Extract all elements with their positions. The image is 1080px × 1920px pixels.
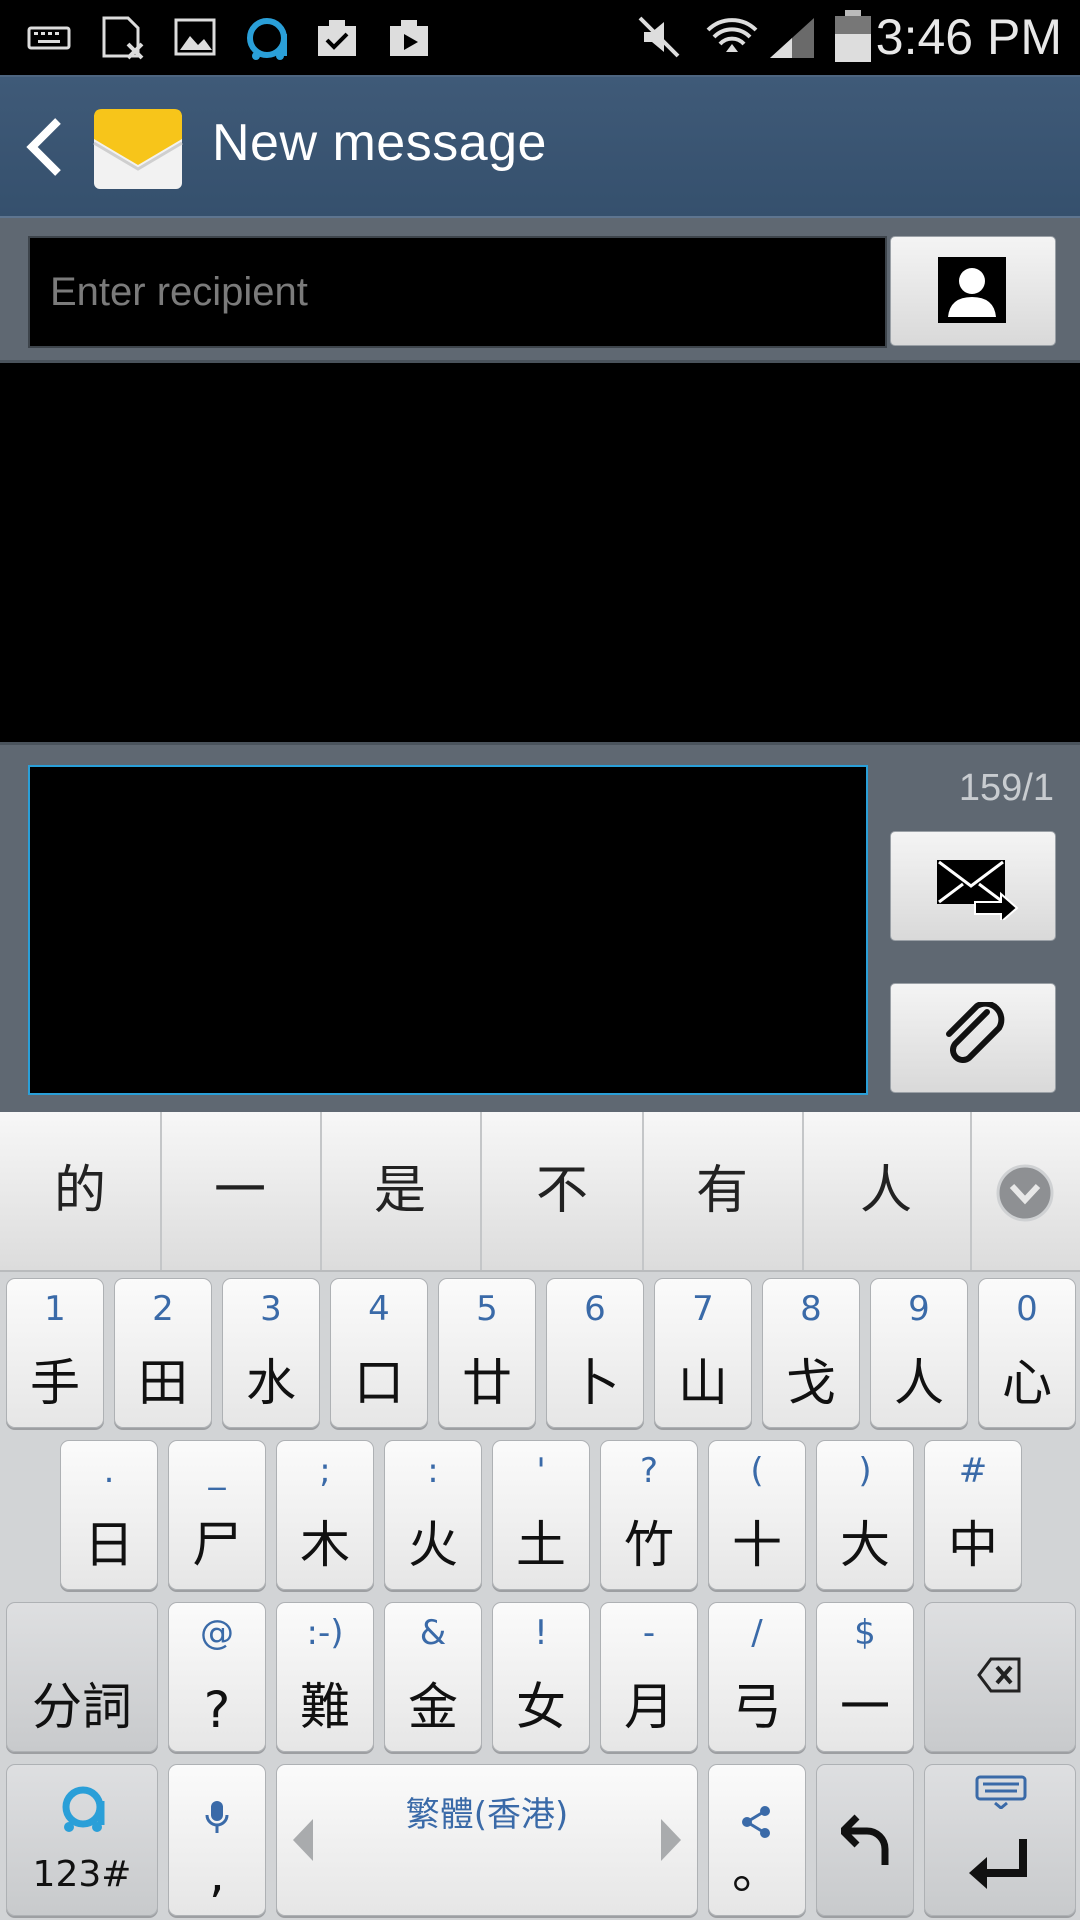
app-a-icon <box>62 1786 105 1832</box>
key[interactable]: .日 <box>60 1440 158 1590</box>
key[interactable]: :-) 難 <box>276 1602 374 1752</box>
keyboard-icon <box>975 1775 1027 1809</box>
suggestion-bar: 的 一 是 不 有 人 <box>0 1112 1080 1272</box>
compose-bar: 159/1 <box>0 742 1080 1112</box>
key[interactable]: 2田 <box>114 1278 212 1428</box>
key[interactable]: -月 <box>600 1602 698 1752</box>
recipient-input[interactable] <box>28 236 887 348</box>
chevron-down-icon <box>996 1164 1054 1222</box>
key[interactable]: 3水 <box>222 1278 320 1428</box>
action-bar: New message <box>0 75 1080 218</box>
paperclip-icon <box>946 1002 1005 1063</box>
battery-icon <box>835 10 871 62</box>
key[interactable]: :火 <box>384 1440 482 1590</box>
keyboard: 的 一 是 不 有 人 1手 2田 3水 4口 5廿 6卜 7山 8戈 9人 0… <box>0 1112 1080 1920</box>
envelope-icon <box>93 109 183 189</box>
conversation-area <box>0 363 1080 742</box>
key[interactable]: ! 女 <box>492 1602 590 1752</box>
play-store-icon <box>390 20 428 56</box>
key[interactable]: 0心 <box>978 1278 1076 1428</box>
key[interactable]: / 弓 <box>708 1602 806 1752</box>
contact-icon <box>938 257 1006 323</box>
backspace-key[interactable] <box>924 1602 1076 1752</box>
character-counter: 159/1 <box>958 767 1054 809</box>
key[interactable]: 5廿 <box>438 1278 536 1428</box>
recipient-row <box>0 218 1080 363</box>
key[interactable]: # 中 <box>924 1440 1022 1590</box>
enter-key[interactable] <box>924 1764 1076 1916</box>
mute-icon <box>638 16 680 58</box>
contacts-button[interactable] <box>890 236 1056 346</box>
key[interactable]: ) 大 <box>816 1440 914 1590</box>
key[interactable]: @? <box>168 1602 266 1752</box>
suggestion-item[interactable]: 有 <box>642 1112 804 1270</box>
key[interactable]: 8戈 <box>762 1278 860 1428</box>
clock: 3:46 PM <box>875 9 1062 65</box>
suggestion-item[interactable]: 是 <box>320 1112 482 1270</box>
suggestion-item[interactable]: 一 <box>160 1112 322 1270</box>
signal-icon <box>770 18 814 58</box>
key[interactable]: ; 木 <box>276 1440 374 1590</box>
microphone-icon <box>205 1801 229 1833</box>
app-a-icon <box>247 18 287 60</box>
send-message-icon <box>937 860 1019 920</box>
expand-suggestions-button[interactable] <box>970 1112 1080 1270</box>
keyboard-icon <box>27 26 71 50</box>
key[interactable]: (十 <box>708 1440 806 1590</box>
phrase-key[interactable]: 分詞 <box>6 1602 158 1752</box>
undo-key[interactable] <box>816 1764 914 1916</box>
attach-button[interactable] <box>890 983 1056 1093</box>
page-title: New message <box>212 114 547 172</box>
send-button[interactable] <box>890 831 1056 941</box>
key[interactable]: & 金 <box>384 1602 482 1752</box>
gallery-icon <box>174 18 216 56</box>
share-key[interactable]: 。 <box>708 1764 806 1916</box>
undo-icon <box>841 1814 889 1865</box>
backspace-icon <box>977 1657 1021 1693</box>
back-chevron-icon[interactable] <box>22 115 70 179</box>
suggestion-item[interactable]: 的 <box>0 1112 162 1270</box>
key[interactable]: 4口 <box>330 1278 428 1428</box>
suggestion-item[interactable]: 人 <box>802 1112 972 1270</box>
task-icon <box>318 20 356 56</box>
key[interactable]: 1手 <box>6 1278 104 1428</box>
key[interactable]: 6卜 <box>546 1278 644 1428</box>
message-input[interactable] <box>28 765 868 1095</box>
suggestion-item[interactable]: 不 <box>482 1112 644 1270</box>
mode-key[interactable]: 123# <box>6 1764 158 1916</box>
key[interactable]: $ 一 <box>816 1602 914 1752</box>
wifi-icon <box>706 18 758 52</box>
sim-error-icon <box>102 16 144 60</box>
status-bar: 3:46 PM <box>0 0 1080 75</box>
key[interactable]: 7山 <box>654 1278 752 1428</box>
key[interactable]: _ 尸 <box>168 1440 266 1590</box>
key[interactable]: 9人 <box>870 1278 968 1428</box>
voice-key[interactable]: , <box>168 1764 266 1916</box>
cursor-right-icon <box>661 1819 681 1861</box>
key[interactable]: ' 土 <box>492 1440 590 1590</box>
key[interactable]: ? 竹 <box>600 1440 698 1590</box>
enter-icon <box>969 1839 1027 1889</box>
space-key[interactable]: 繁體(香港) <box>276 1764 698 1916</box>
